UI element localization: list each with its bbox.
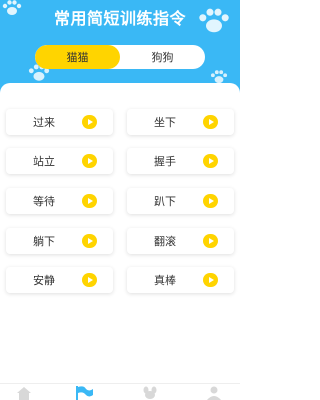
play-icon (82, 234, 97, 248)
tab-dog[interactable]: 狗狗 (120, 45, 205, 69)
play-icon (82, 154, 97, 168)
pet-type-toggle: 猫猫 狗狗 (35, 45, 205, 69)
command-button-lie-down[interactable]: 躺下 (6, 228, 113, 254)
play-icon (82, 115, 97, 129)
command-label: 躺下 (33, 235, 55, 248)
user-icon[interactable] (206, 386, 222, 400)
header-bar: 常用简短训练指令 猫猫 狗狗 (0, 0, 240, 96)
command-label: 等待 (33, 195, 55, 208)
play-icon (82, 194, 97, 208)
flag-icon[interactable] (74, 386, 94, 400)
play-icon (203, 194, 218, 208)
command-button-roll-over[interactable]: 翻滚 (127, 228, 234, 254)
command-button-wait[interactable]: 等待 (6, 188, 113, 214)
command-button-sit[interactable]: 坐下 (127, 109, 234, 135)
play-icon (203, 273, 218, 287)
paw-print-icon (199, 8, 229, 33)
command-label: 趴下 (154, 195, 176, 208)
command-button-come[interactable]: 过来 (6, 109, 113, 135)
paw-print-icon (210, 70, 228, 84)
play-icon (203, 234, 218, 248)
command-button-shake[interactable]: 握手 (127, 148, 234, 174)
command-button-quiet[interactable]: 安静 (6, 267, 113, 293)
command-button-stand[interactable]: 站立 (6, 148, 113, 174)
dog-icon[interactable] (142, 386, 158, 400)
home-icon[interactable] (16, 386, 32, 400)
play-icon (203, 154, 218, 168)
command-label: 过来 (33, 116, 55, 129)
command-label: 握手 (154, 155, 176, 168)
tab-cat[interactable]: 猫猫 (35, 45, 120, 69)
bottom-nav (0, 383, 240, 400)
command-button-good-job[interactable]: 真棒 (127, 267, 234, 293)
paw-print-icon (2, 0, 22, 15)
command-label: 安静 (33, 274, 55, 287)
command-label: 真棒 (154, 274, 176, 287)
command-label: 翻滚 (154, 235, 176, 248)
play-icon (82, 273, 97, 287)
command-label: 坐下 (154, 116, 176, 129)
play-icon (203, 115, 218, 129)
command-button-down[interactable]: 趴下 (127, 188, 234, 214)
command-label: 站立 (33, 155, 55, 168)
command-list: 过来 坐下 站立 握手 等待 趴下 躺下 翻滚 安静 真棒 (0, 83, 240, 383)
